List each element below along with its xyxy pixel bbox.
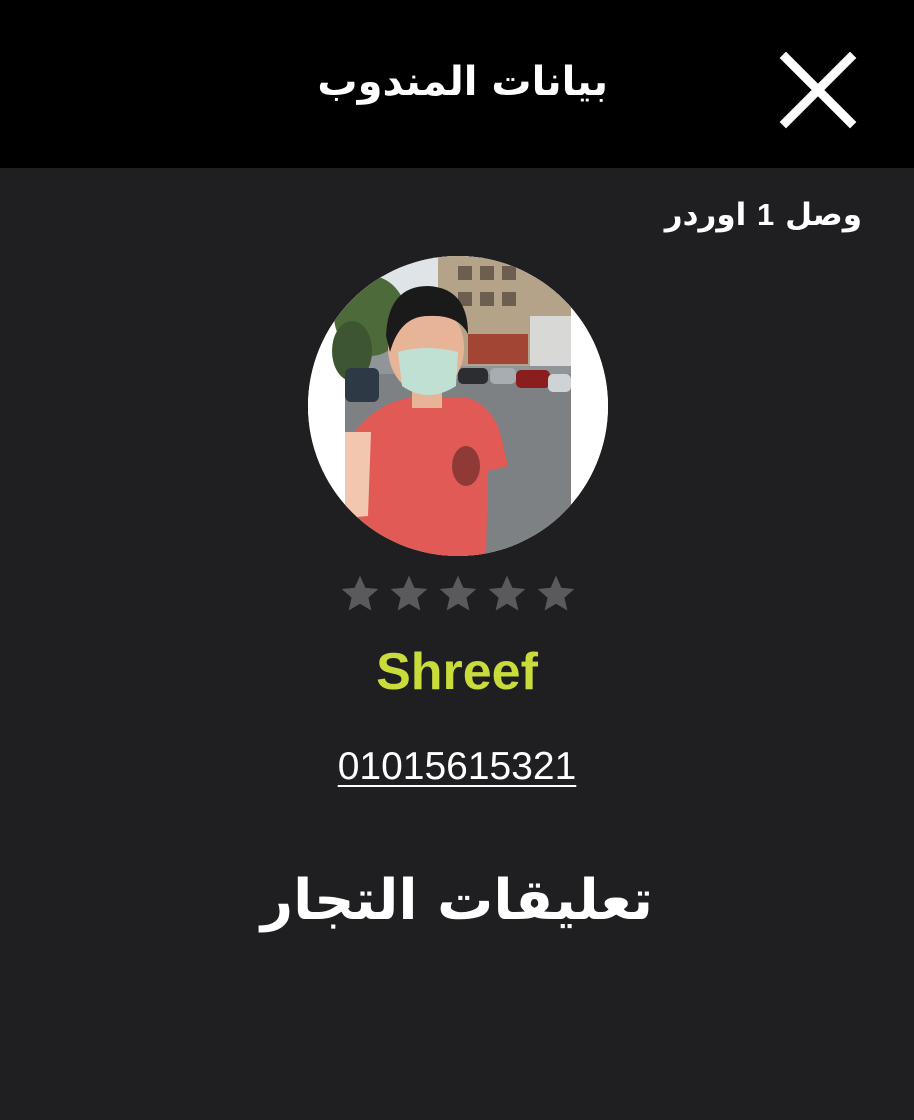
avatar — [308, 256, 608, 556]
page-title: بيانات المندوب — [317, 59, 608, 105]
phone-row: 01015615321 — [0, 740, 914, 794]
orders-suffix: اوردر — [664, 197, 747, 233]
close-button[interactable] — [778, 52, 858, 130]
star-icon[interactable] — [485, 572, 529, 616]
app-header: بيانات المندوب — [0, 0, 914, 168]
close-icon — [779, 52, 857, 129]
orders-prefix: وصل — [785, 197, 862, 233]
profile-photo — [308, 256, 608, 556]
orders-count: 1 — [757, 197, 775, 232]
phone-link[interactable]: 01015615321 — [338, 745, 577, 788]
agent-name: Shreef — [376, 643, 538, 701]
star-icon[interactable] — [387, 572, 431, 616]
reviews-heading: تعليقات التجار — [260, 868, 654, 933]
star-icon[interactable] — [436, 572, 480, 616]
rating-stars — [338, 572, 578, 618]
orders-delivered-text: وصل 1 اوردر — [665, 190, 862, 240]
star-icon[interactable] — [338, 572, 382, 616]
star-icon[interactable] — [534, 572, 578, 616]
